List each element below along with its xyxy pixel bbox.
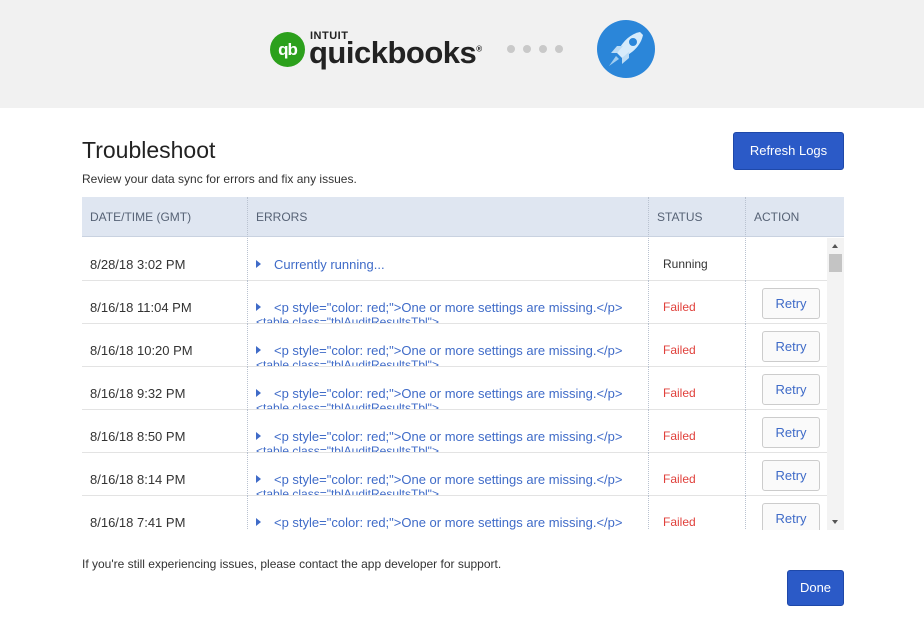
column-header-errors[interactable]: ERRORS [247, 197, 648, 237]
table-row: 8/16/18 8:14 PM <p style="color: red;">O… [82, 453, 827, 496]
row-errors[interactable]: Currently running... [247, 238, 648, 281]
retry-button[interactable]: Retry [762, 374, 820, 405]
column-header-status[interactable]: STATUS [648, 197, 745, 237]
row-error-text[interactable]: <p style="color: red;">One or more setti… [274, 386, 622, 401]
page-subtitle: Review your data sync for errors and fix… [82, 172, 357, 186]
done-button[interactable]: Done [787, 570, 844, 606]
table-row: 8/16/18 7:41 PM <p style="color: red;">O… [82, 496, 827, 530]
row-action: Retry [745, 324, 827, 367]
expand-caret-icon[interactable] [256, 389, 261, 397]
row-datetime: 8/16/18 10:20 PM [90, 343, 193, 358]
quickbooks-logo-icon: qb [270, 32, 305, 67]
row-error-overflow: <table class="tblAuditResultsTbl"> [256, 446, 439, 452]
table-row: 8/28/18 3:02 PM Currently running... Run… [82, 238, 827, 281]
table-row: 8/16/18 11:04 PM <p style="color: red;">… [82, 281, 827, 324]
column-header-datetime[interactable]: DATE/TIME (GMT) [82, 197, 247, 237]
row-status: Failed [648, 410, 745, 453]
row-datetime: 8/16/18 8:50 PM [90, 429, 186, 444]
retry-button[interactable]: Retry [762, 503, 820, 530]
row-status: Failed [648, 281, 745, 324]
retry-button[interactable]: Retry [762, 331, 820, 362]
row-errors[interactable]: <p style="color: red;">One or more setti… [247, 453, 648, 496]
table-header: DATE/TIME (GMT) ERRORS STATUS ACTION [82, 197, 844, 237]
row-errors[interactable]: <p style="color: red;">One or more setti… [247, 324, 648, 367]
row-errors[interactable]: <p style="color: red;">One or more setti… [247, 281, 648, 324]
connection-dots [507, 45, 563, 53]
row-datetime: 8/16/18 9:32 PM [90, 386, 186, 401]
table-row: 8/16/18 8:50 PM <p style="color: red;">O… [82, 410, 827, 453]
row-error-overflow: <table class="tblAuditResultsTbl"> [256, 360, 439, 366]
quickbooks-wordmark: quickbooks® [309, 35, 482, 71]
expand-caret-icon[interactable] [256, 432, 261, 440]
row-status: Failed [648, 324, 745, 367]
support-note: If you're still experiencing issues, ple… [82, 557, 502, 571]
expand-caret-icon[interactable] [256, 475, 261, 483]
page-title: Troubleshoot [82, 137, 216, 163]
row-error-text[interactable]: <p style="color: red;">One or more setti… [274, 300, 622, 315]
header-bar: qb INTUIT quickbooks® [0, 0, 924, 108]
table-scrollbar[interactable] [827, 238, 844, 530]
row-error-overflow: <table class="tblAuditResultsTbl"> [256, 403, 439, 409]
row-error-text[interactable]: <p style="color: red;">One or more setti… [274, 429, 622, 444]
quickbooks-logo: qb INTUIT quickbooks® [270, 30, 482, 72]
expand-caret-icon[interactable] [256, 518, 261, 526]
row-action [745, 238, 827, 281]
row-error-overflow: <table class="tblAuditResultsTbl"> [256, 317, 439, 323]
row-status: Failed [648, 367, 745, 410]
scroll-down-arrow-icon[interactable] [832, 520, 838, 524]
row-datetime: 8/16/18 8:14 PM [90, 472, 186, 487]
table-row: 8/16/18 9:32 PM <p style="color: red;">O… [82, 367, 827, 410]
refresh-logs-button[interactable]: Refresh Logs [733, 132, 844, 170]
row-errors[interactable]: <p style="color: red;">One or more setti… [247, 410, 648, 453]
row-action: Retry [745, 453, 827, 496]
row-error-text[interactable]: Currently running... [274, 257, 385, 272]
row-action: Retry [745, 496, 827, 530]
row-status: Failed [648, 496, 745, 530]
row-datetime: 8/16/18 7:41 PM [90, 515, 186, 530]
expand-caret-icon[interactable] [256, 346, 261, 354]
row-datetime: 8/28/18 3:02 PM [90, 257, 186, 272]
connection-dot [555, 45, 563, 53]
row-error-text[interactable]: <p style="color: red;">One or more setti… [274, 343, 622, 358]
expand-caret-icon[interactable] [256, 303, 261, 311]
column-header-action[interactable]: ACTION [745, 197, 844, 237]
trademark-symbol: ® [476, 44, 482, 54]
row-status: Running [648, 238, 745, 281]
retry-button[interactable]: Retry [762, 460, 820, 491]
row-error-text[interactable]: <p style="color: red;">One or more setti… [274, 472, 622, 487]
connection-dot [523, 45, 531, 53]
row-error-overflow: <table class="tblAuditResultsTbl"> [256, 489, 439, 495]
connection-dot [539, 45, 547, 53]
rocket-app-icon [597, 20, 655, 78]
log-table-body[interactable]: 8/28/18 3:02 PM Currently running... Run… [82, 238, 827, 530]
table-row: 8/16/18 10:20 PM <p style="color: red;">… [82, 324, 827, 367]
row-action: Retry [745, 410, 827, 453]
row-datetime: 8/16/18 11:04 PM [90, 300, 192, 315]
row-action: Retry [745, 281, 827, 324]
expand-caret-icon[interactable] [256, 260, 261, 268]
retry-button[interactable]: Retry [762, 288, 820, 319]
row-error-text[interactable]: <p style="color: red;">One or more setti… [274, 515, 622, 530]
row-errors[interactable]: <p style="color: red;">One or more setti… [247, 367, 648, 410]
row-errors[interactable]: <p style="color: red;">One or more setti… [247, 496, 648, 530]
retry-button[interactable]: Retry [762, 417, 820, 448]
scrollbar-thumb[interactable] [829, 254, 842, 272]
quickbooks-word: quickbooks [309, 35, 477, 70]
connection-dot [507, 45, 515, 53]
row-status: Failed [648, 453, 745, 496]
row-action: Retry [745, 367, 827, 410]
scroll-up-arrow-icon[interactable] [832, 244, 838, 248]
